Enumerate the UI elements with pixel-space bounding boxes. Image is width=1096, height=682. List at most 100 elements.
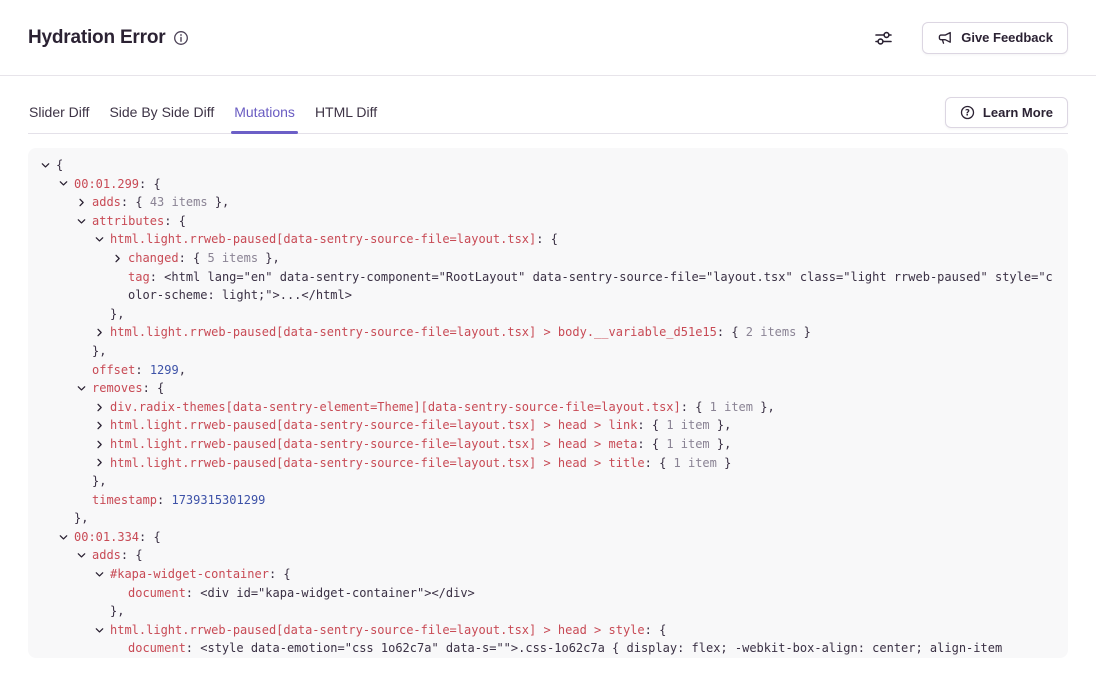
tree-punct: : { [637, 418, 666, 432]
tree-punct: { [56, 158, 63, 172]
tree-row: html.light.rrweb-paused[data-sentry-sour… [40, 454, 1054, 473]
tree-punct: : { [139, 530, 161, 544]
tree-key: timestamp [92, 493, 157, 507]
tree-punct: : { [645, 456, 674, 470]
indent-spacer [112, 268, 128, 287]
tree-key: html.light.rrweb-paused[data-sentry-sour… [110, 623, 645, 637]
tab-side-by-side-diff[interactable]: Side By Side Diff [108, 96, 215, 133]
tree-punct: : [157, 493, 171, 507]
chevron-down-icon[interactable] [94, 621, 110, 640]
chevron-down-icon[interactable] [58, 528, 74, 547]
chevron-right-icon[interactable] [94, 416, 110, 435]
tree-row-text: html.light.rrweb-paused[data-sentry-sour… [110, 416, 1054, 435]
sliders-icon[interactable] [871, 26, 896, 50]
tree-punct: : { [139, 177, 161, 191]
indent-spacer [58, 509, 74, 528]
tree-row: }, [40, 305, 1054, 324]
tree-row: html.light.rrweb-paused[data-sentry-sour… [40, 416, 1054, 435]
tree-count-muted: 1 item [666, 418, 709, 432]
tree-row: }, [40, 342, 1054, 361]
tree-punct: : { [269, 567, 291, 581]
tab-slider-diff[interactable]: Slider Diff [28, 96, 90, 133]
tree-punct: : { [681, 400, 710, 414]
chevron-right-icon[interactable] [94, 435, 110, 454]
tree-row-text: removes: { [92, 379, 1054, 398]
tree-row-text: { [56, 156, 1054, 175]
tree-key: adds [92, 548, 121, 562]
mutations-panel[interactable]: {00:01.299: {adds: { 43 items },attribut… [28, 148, 1068, 658]
tree-row: 00:01.334: { [40, 528, 1054, 547]
indent-spacer [76, 361, 92, 380]
chevron-down-icon[interactable] [58, 175, 74, 194]
learn-more-button[interactable]: ? Learn More [945, 97, 1068, 128]
indent-spacer [94, 305, 110, 324]
header-actions: Give Feedback [871, 22, 1068, 54]
page-header: Hydration Error Give Feedback [0, 0, 1096, 76]
tree-row-text: attributes: { [92, 212, 1054, 231]
indent-spacer [112, 639, 128, 658]
tree-row: adds: { [40, 546, 1054, 565]
tree-punct: : [186, 641, 200, 655]
tree-punct: : { [179, 251, 208, 265]
tab-list: Slider Diff Side By Side Diff Mutations HTM… [28, 96, 378, 133]
tree-punct: }, [74, 511, 88, 525]
tree-key: html.light.rrweb-paused[data-sentry-sour… [110, 437, 637, 451]
indent-spacer [76, 342, 92, 361]
chevron-right-icon[interactable] [76, 193, 92, 212]
tree-row: removes: { [40, 379, 1054, 398]
tree-row: adds: { 43 items }, [40, 193, 1054, 212]
tree-key: html.light.rrweb-paused[data-sentry-sour… [110, 325, 717, 339]
tree-punct: : { [717, 325, 746, 339]
tree-row-text: document: <div id="kapa-widget-container… [128, 584, 1054, 603]
tree-row: }, [40, 509, 1054, 528]
chevron-right-icon[interactable] [112, 249, 128, 268]
tree-count-muted: 43 items [150, 195, 208, 209]
tree-punct: } [717, 456, 731, 470]
tree-row: changed: { 5 items }, [40, 249, 1054, 268]
tree-punct: : { [637, 437, 666, 451]
tree-row-text: }, [92, 472, 1054, 491]
give-feedback-button[interactable]: Give Feedback [922, 22, 1068, 54]
tree-punct: : { [121, 195, 150, 209]
tab-html-diff[interactable]: HTML Diff [314, 96, 378, 133]
chevron-down-icon[interactable] [76, 546, 92, 565]
tree-punct: }, [92, 344, 106, 358]
tree-row: attributes: { [40, 212, 1054, 231]
tree-row-text: div.radix-themes[data-sentry-element=The… [110, 398, 1054, 417]
tree-row: { [40, 156, 1054, 175]
tree-key: adds [92, 195, 121, 209]
info-circle-icon[interactable] [173, 30, 189, 46]
indent-spacer [76, 472, 92, 491]
tree-key: attributes [92, 214, 164, 228]
tree-row: document: <div id="kapa-widget-container… [40, 584, 1054, 603]
tree-count-muted: 1 item [710, 400, 753, 414]
chevron-down-icon[interactable] [40, 156, 56, 175]
tree-row-text: html.light.rrweb-paused[data-sentry-sour… [110, 454, 1054, 473]
chevron-down-icon[interactable] [76, 212, 92, 231]
megaphone-icon [937, 30, 953, 46]
tree-punct: : [186, 586, 200, 600]
tree-punct: }, [258, 251, 280, 265]
tree-punct: : { [121, 548, 143, 562]
chevron-right-icon[interactable] [94, 323, 110, 342]
tab-mutations[interactable]: Mutations [233, 96, 296, 133]
tree-key: removes [92, 381, 143, 395]
tree-key: html.light.rrweb-paused[data-sentry-sour… [110, 418, 637, 432]
chevron-right-icon[interactable] [94, 398, 110, 417]
tree-punct: : { [645, 623, 667, 637]
tree-row-text: offset: 1299, [92, 361, 1054, 380]
chevron-right-icon[interactable] [94, 454, 110, 473]
tree-value: <html lang="en" data-sentry-component="R… [128, 270, 1053, 303]
tree-row-text: }, [110, 602, 1054, 621]
tree-row-text: }, [110, 305, 1054, 324]
chevron-down-icon[interactable] [94, 230, 110, 249]
tree-row: 00:01.299: { [40, 175, 1054, 194]
tree-row-text: adds: { [92, 546, 1054, 565]
chevron-down-icon[interactable] [94, 565, 110, 584]
page-title: Hydration Error [28, 27, 165, 49]
tree-punct: }, [110, 604, 124, 618]
tree-row-text: changed: { 5 items }, [128, 249, 1054, 268]
tree-key: offset [92, 363, 135, 377]
chevron-down-icon[interactable] [76, 379, 92, 398]
tree-punct: }, [208, 195, 230, 209]
